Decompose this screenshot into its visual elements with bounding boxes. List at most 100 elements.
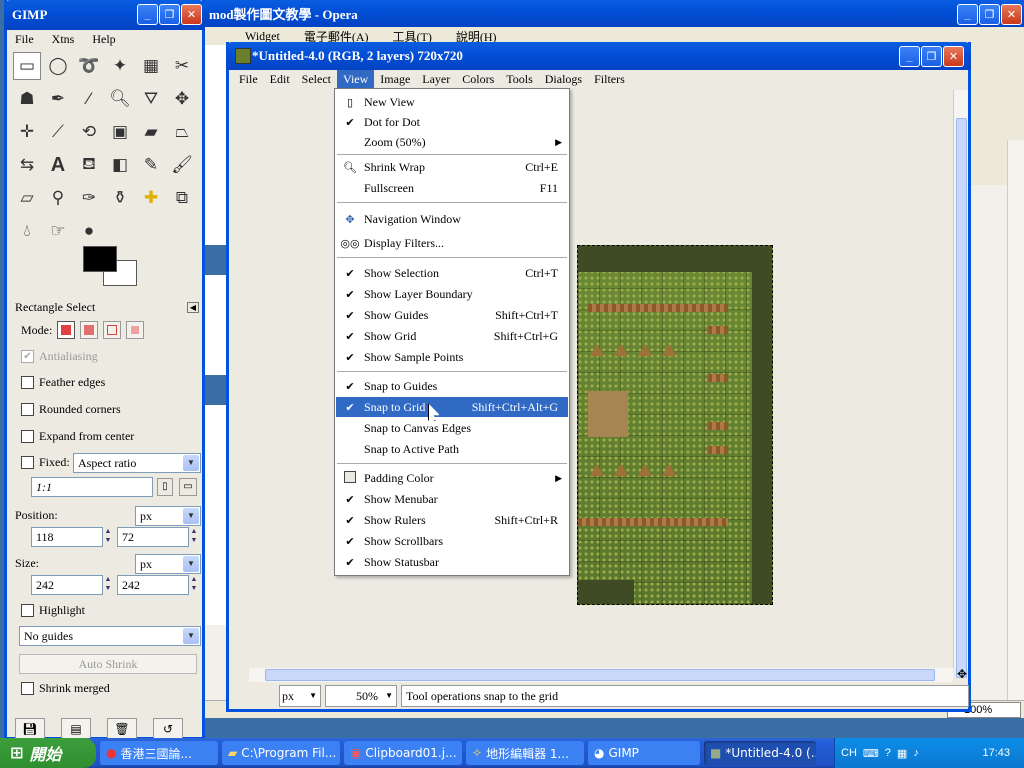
paths-tool-icon[interactable]: ✒ <box>44 85 72 113</box>
menu-item-show-grid[interactable]: ✔ Show Grid Shift+Ctrl+G <box>336 326 568 346</box>
ink-tool-icon[interactable]: ✑ <box>75 184 103 212</box>
task-terrain-editor[interactable]: ✧ 地形編輯器 1... <box>466 741 584 765</box>
landscape-icon[interactable]: ▭ <box>179 478 197 496</box>
fixed-mode-select[interactable]: Aspect ratio ▼ <box>73 453 201 473</box>
task-folder[interactable]: ▰ C:\Program Fil... <box>222 741 340 765</box>
opera-close-button[interactable]: ✕ <box>1001 4 1022 25</box>
image-menu-image[interactable]: Image <box>374 70 416 90</box>
size-height-spinner-icon[interactable]: ▲ ▼ <box>189 575 199 595</box>
foreground-color-swatch[interactable] <box>83 246 117 272</box>
pencil-tool-icon[interactable]: ✎ <box>137 151 165 179</box>
menu-item-padding-color[interactable]: Padding Color ▶ <box>336 468 568 488</box>
menu-item-show-sample-points[interactable]: ✔ Show Sample Points <box>336 347 568 367</box>
align-tool-icon[interactable]: ✛ <box>13 118 41 146</box>
size-unit-select[interactable]: px ▼ <box>135 554 201 574</box>
color-picker-tool-icon[interactable]: ⁄ <box>75 85 103 113</box>
mode-subtract-icon[interactable] <box>103 321 122 339</box>
opera-title-bar[interactable]: mod製作圖文教學 - Opera _ ❐ ✕ <box>205 0 1024 27</box>
perspective-tool-icon[interactable]: ⏢ <box>168 118 196 146</box>
menu-item-fullscreen[interactable]: Fullscreen F11 <box>336 178 568 198</box>
image-minimize-button[interactable]: _ <box>899 46 920 67</box>
fuzzy-select-tool-icon[interactable]: ✦ <box>106 52 134 80</box>
free-select-tool-icon[interactable]: ➰ <box>75 52 103 80</box>
mode-add-icon[interactable] <box>80 321 99 339</box>
rect-select-tool-icon[interactable]: ▭ <box>13 52 41 80</box>
paintbrush-tool-icon[interactable]: 🖌︎ <box>168 151 196 179</box>
menu-item-navigation-window[interactable]: ✥ Navigation Window <box>336 209 568 229</box>
image-menu-layer[interactable]: Layer <box>416 70 456 90</box>
portrait-icon[interactable]: ▯ <box>157 478 173 496</box>
map-image-canvas[interactable] <box>577 245 773 605</box>
scale-tool-icon[interactable]: ▣ <box>106 118 134 146</box>
mode-replace-icon[interactable] <box>57 321 76 339</box>
dodge-burn-tool-icon[interactable]: ● <box>75 217 103 245</box>
opera-minimize-button[interactable]: _ <box>957 4 978 25</box>
menu-item-snap-to-canvas-edges[interactable]: Snap to Canvas Edges <box>336 418 568 438</box>
toolbox-title-bar[interactable]: GIMP _ ❐ ✕ <box>4 0 205 30</box>
flip-tool-icon[interactable]: ⇆ <box>13 151 41 179</box>
size-height-input[interactable]: 242 <box>117 575 189 595</box>
position-x-input[interactable]: 118 <box>31 527 103 547</box>
position-x-spinner-icon[interactable]: ▲ ▼ <box>103 527 113 547</box>
antialiasing-checkbox[interactable]: ✔ <box>21 350 34 363</box>
opera-maximize-button[interactable]: ❐ <box>979 4 1000 25</box>
smudge-tool-icon[interactable]: ☞ <box>44 217 72 245</box>
menu-item-show-layer-boundary[interactable]: ✔ Show Layer Boundary <box>336 284 568 304</box>
move-tool-icon[interactable]: ✥ <box>168 85 196 113</box>
image-menu-select[interactable]: Select <box>296 70 337 90</box>
mode-intersect-icon[interactable] <box>126 321 145 339</box>
menu-item-new-view[interactable]: ▯ New View <box>336 92 568 112</box>
image-close-button[interactable]: ✕ <box>943 46 964 67</box>
opera-scrollbar[interactable] <box>1007 140 1024 700</box>
toolbox-menu-xtns[interactable]: Xtns <box>52 32 75 47</box>
clone-tool-icon[interactable]: ⚱ <box>106 184 134 212</box>
menu-item-show-menubar[interactable]: ✔ Show Menubar <box>336 489 568 509</box>
image-menu-filters[interactable]: Filters <box>588 70 631 90</box>
measure-tool-icon[interactable]: ⛛ <box>137 85 165 113</box>
task-opera[interactable]: ● 香港三國論... <box>100 741 218 765</box>
crop-tool-icon[interactable]: ⟋ <box>44 118 72 146</box>
toolbox-menu-file[interactable]: File <box>15 32 34 47</box>
rounded-corners-checkbox[interactable] <box>21 403 34 416</box>
position-y-spinner-icon[interactable]: ▲ ▼ <box>189 527 199 547</box>
blend-tool-icon[interactable]: ◧ <box>106 151 134 179</box>
zoom-tool-icon[interactable]: 🔍︎ <box>106 85 134 113</box>
auto-shrink-button[interactable]: Auto Shrink <box>19 654 197 674</box>
color-select-tool-icon[interactable]: ▦ <box>137 52 165 80</box>
volume-icon[interactable]: ♪ <box>913 747 919 759</box>
menu-item-show-selection[interactable]: ✔ Show Selection Ctrl+T <box>336 263 568 283</box>
menu-item-snap-to-guides[interactable]: ✔ Snap to Guides <box>336 376 568 396</box>
toolbox-menu-help[interactable]: Help <box>92 32 115 47</box>
menu-item-zoom[interactable]: Zoom (50%) ▶ <box>336 132 568 152</box>
navigate-icon[interactable]: ✥ <box>957 668 969 682</box>
guides-select[interactable]: No guides ▼ <box>19 626 201 646</box>
menu-item-snap-to-active-path[interactable]: Snap to Active Path <box>336 439 568 459</box>
heal-tool-icon[interactable]: ✚ <box>137 184 165 212</box>
position-unit-select[interactable]: px ▼ <box>135 506 201 526</box>
horizontal-scrollbar[interactable] <box>249 668 953 682</box>
start-button[interactable]: ⊞ 開始 <box>0 738 96 768</box>
image-menu-edit[interactable]: Edit <box>264 70 296 90</box>
language-indicator[interactable]: CH <box>841 747 857 759</box>
position-y-input[interactable]: 72 <box>117 527 189 547</box>
image-menu-view[interactable]: View <box>337 70 375 90</box>
scissors-tool-icon[interactable]: ✂ <box>168 52 196 80</box>
image-window-title-bar[interactable]: *Untitled-4.0 (RGB, 2 layers) 720x720 _ … <box>226 42 971 70</box>
image-maximize-button[interactable]: ❐ <box>921 46 942 67</box>
image-menu-tools[interactable]: Tools <box>500 70 539 90</box>
expand-from-center-checkbox[interactable] <box>21 430 34 443</box>
bucket-fill-tool-icon[interactable]: ⛾ <box>75 151 103 179</box>
image-menu-file[interactable]: File <box>233 70 264 90</box>
menu-item-dot-for-dot[interactable]: ✔ Dot for Dot <box>336 112 568 132</box>
image-menu-dialogs[interactable]: Dialogs <box>539 70 588 90</box>
task-clipboard-image[interactable]: ▣ Clipboard01.j... <box>344 741 462 765</box>
menu-item-display-filters[interactable]: ◎◎ Display Filters... <box>336 233 568 253</box>
reset-options-icon[interactable]: ↺ <box>153 718 183 740</box>
menu-item-shrink-wrap[interactable]: 🔍︎ Shrink Wrap Ctrl+E <box>336 157 568 177</box>
horizontal-scroll-thumb[interactable] <box>265 669 935 681</box>
panel-menu-arrow-icon[interactable]: ◀ <box>187 302 199 313</box>
keyboard-icon[interactable]: ⌨ <box>863 747 879 760</box>
restore-options-icon[interactable]: ▤ <box>61 718 91 740</box>
vertical-scrollbar[interactable] <box>953 90 968 678</box>
ime-icon[interactable]: ▦ <box>897 747 907 760</box>
